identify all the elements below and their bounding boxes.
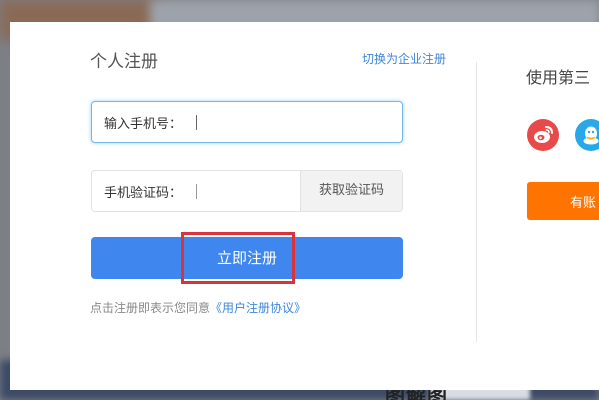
- has-account-login-button[interactable]: 有账: [527, 182, 599, 220]
- verification-code-input[interactable]: [196, 182, 296, 200]
- verification-code-field[interactable]: 手机验证码： 获取验证码: [91, 170, 403, 212]
- third-party-title: 使用第三: [526, 68, 591, 87]
- agreement-prefix: 点击注册即表示您同意: [90, 301, 211, 315]
- phone-label: 输入手机号：: [104, 117, 183, 132]
- weibo-icon: [534, 126, 553, 143]
- agreement-text: 点击注册即表示您同意《用户注册协议》: [90, 299, 306, 316]
- qq-login-button[interactable]: [575, 119, 599, 151]
- qq-icon: [583, 126, 599, 145]
- text-caret: [196, 184, 197, 199]
- register-dialog: 个人注册 切换为企业注册 输入手机号： 手机验证码： 获取验证码 立即注册 点击…: [10, 22, 599, 390]
- dialog-title: 个人注册: [90, 52, 158, 72]
- verification-code-label: 手机验证码：: [104, 186, 183, 201]
- text-caret: [196, 115, 197, 130]
- phone-input[interactable]: [196, 113, 386, 131]
- agreement-link[interactable]: 《用户注册协议》: [210, 301, 306, 315]
- weibo-login-button[interactable]: [527, 119, 559, 151]
- phone-field[interactable]: 输入手机号：: [91, 101, 403, 143]
- get-code-button[interactable]: 获取验证码: [300, 171, 402, 211]
- switch-to-enterprise-link[interactable]: 切换为企业注册: [362, 50, 446, 67]
- has-account-label: 有账: [570, 196, 597, 211]
- divider: [476, 62, 477, 342]
- highlight-box: [181, 232, 295, 284]
